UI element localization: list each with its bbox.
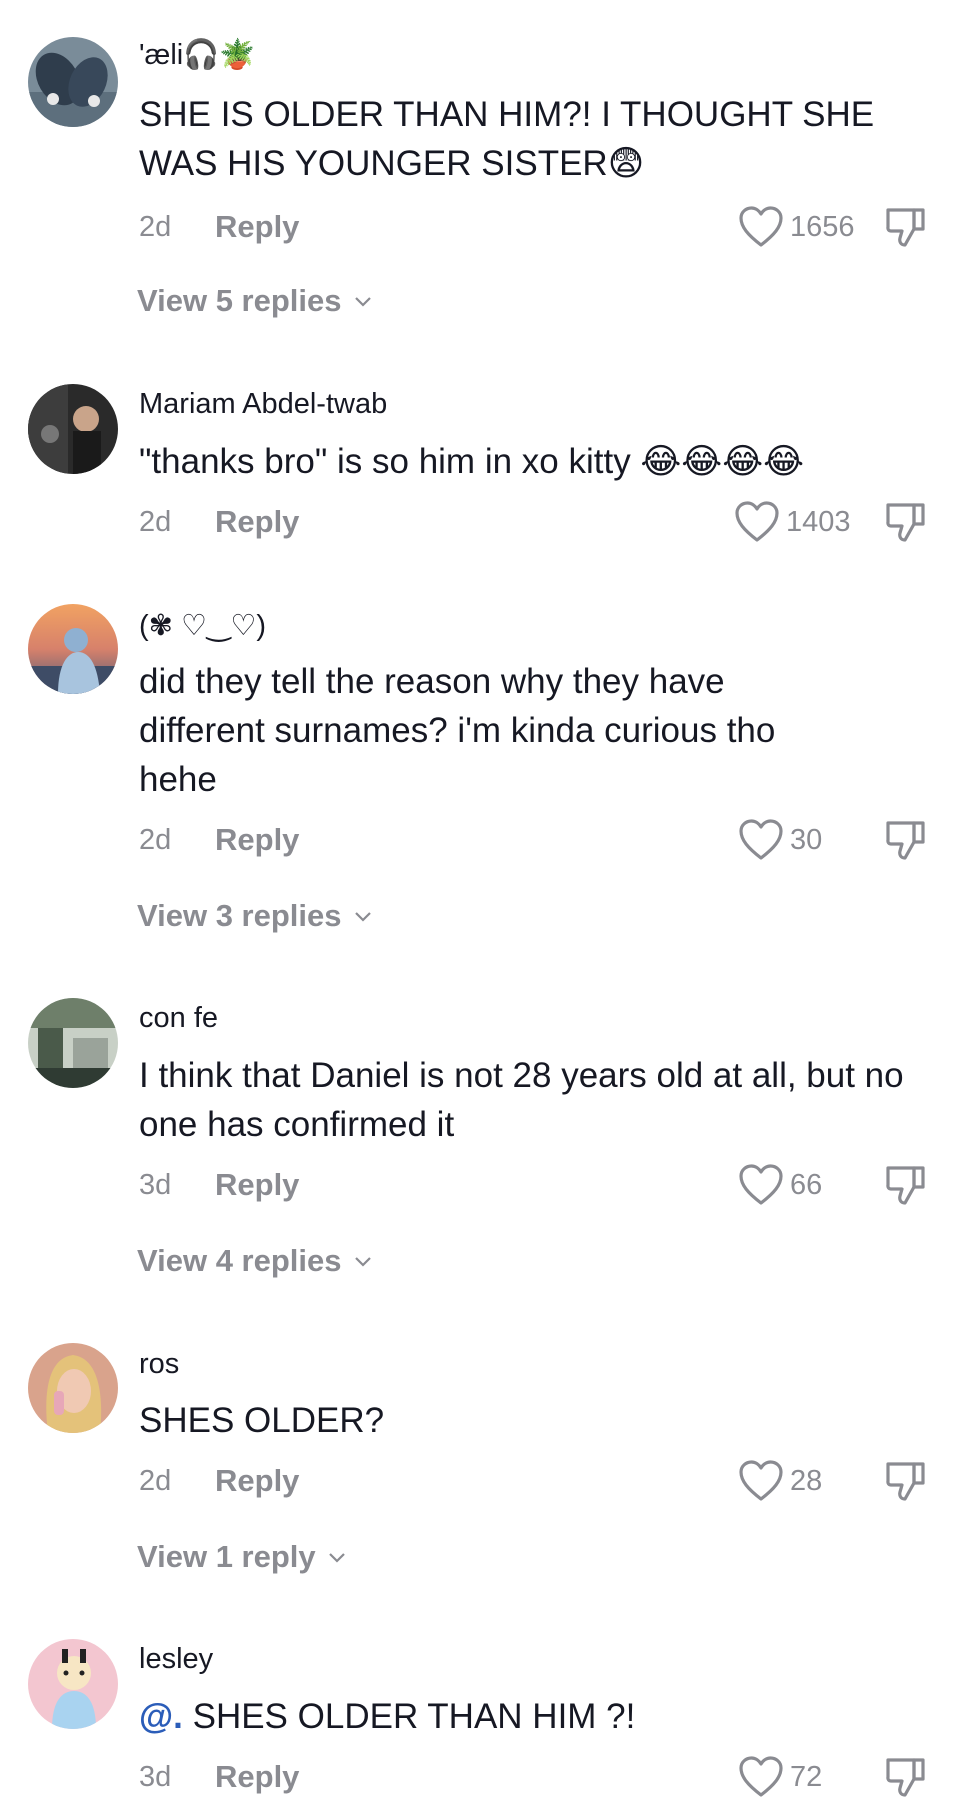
view-replies-label: View 3 replies: [137, 898, 342, 933]
comment-time: 2d: [139, 824, 172, 856]
heart-outline-icon: [739, 206, 783, 247]
comments-list: 'æli🎧🪴 SHE IS OLDER THAN HIM?! I THOUGHT…: [0, 0, 960, 1811]
comment-username[interactable]: lesley: [139, 1643, 213, 1676]
comment-body: SHES OLDER THAN HIM ?!: [192, 1697, 636, 1736]
reply-button[interactable]: Reply: [215, 504, 299, 540]
comment-meta: 3d Reply 66: [0, 1163, 960, 1207]
view-replies-label: View 5 replies: [137, 283, 342, 318]
comment-meta: 2d Reply 1656: [0, 205, 960, 249]
reply-button[interactable]: Reply: [215, 1167, 299, 1203]
thumbs-down-icon[interactable]: [884, 205, 928, 249]
heart-outline-icon: [739, 1164, 783, 1205]
avatar[interactable]: [28, 1639, 118, 1729]
like-count: 1656: [790, 211, 855, 243]
comment-username[interactable]: (✾ ♡‿♡): [139, 608, 266, 643]
thumbs-down-icon[interactable]: [884, 1755, 928, 1799]
chevron-down-icon: [355, 912, 371, 922]
like-count: 28: [790, 1465, 823, 1497]
comment-time: 2d: [139, 1465, 172, 1497]
like-count: 30: [790, 824, 823, 856]
thumbs-down-icon[interactable]: [884, 1459, 928, 1503]
heart-outline-icon: [735, 501, 779, 542]
thumbs-down-icon[interactable]: [884, 500, 928, 544]
avatar[interactable]: [28, 384, 118, 474]
comment-text: SHES OLDER?: [139, 1401, 385, 1440]
view-replies-button[interactable]: View 4 replies: [137, 1243, 372, 1279]
comment-username[interactable]: con fe: [139, 1002, 218, 1035]
thumbs-down-icon[interactable]: [884, 818, 928, 862]
avatar[interactable]: [28, 604, 118, 694]
avatar[interactable]: [28, 37, 118, 127]
like-count: 72: [790, 1761, 823, 1793]
comment-time: 3d: [139, 1169, 172, 1201]
comment-time: 3d: [139, 1761, 172, 1793]
heart-outline-icon: [739, 1756, 783, 1797]
comment-username[interactable]: ros: [139, 1348, 179, 1381]
view-replies-button[interactable]: View 1 reply: [137, 1539, 346, 1575]
comment-username[interactable]: Mariam Abdel-twab: [139, 388, 387, 421]
comment-meta: 2d Reply 30: [0, 818, 960, 862]
view-replies-button[interactable]: View 5 replies: [137, 283, 372, 319]
comment-meta: 2d Reply 28: [0, 1459, 960, 1503]
comment-text: I think that Daniel is not 28 years old …: [139, 1056, 904, 1144]
thumbs-down-icon[interactable]: [884, 1163, 928, 1207]
comment-text: did they tell the reason why they have d…: [139, 662, 776, 799]
avatar[interactable]: [28, 998, 118, 1088]
heart-outline-icon: [739, 819, 783, 860]
chevron-down-icon: [329, 1553, 346, 1563]
reply-button[interactable]: Reply: [215, 209, 299, 245]
mention-link[interactable]: @.: [139, 1697, 183, 1736]
like-count: 66: [790, 1169, 823, 1201]
comment-text: @. SHES OLDER THAN HIM ?!: [139, 1692, 939, 1741]
like-count: 1403: [786, 506, 851, 538]
chevron-down-icon: [355, 1257, 371, 1267]
chevron-down-icon: [355, 297, 371, 307]
avatar[interactable]: [28, 1343, 118, 1433]
comment-username[interactable]: 'æli🎧🪴: [139, 38, 255, 72]
view-replies-label: View 4 replies: [137, 1243, 342, 1278]
view-replies-label: View 1 reply: [137, 1539, 316, 1574]
heart-outline-icon: [739, 1460, 783, 1501]
comment-text: "thanks bro" is so him in xo kitty 😂😂😂😂: [139, 442, 804, 481]
comment-time: 2d: [139, 211, 172, 243]
reply-button[interactable]: Reply: [215, 822, 299, 858]
comment-text: SHE IS OLDER THAN HIM?! I THOUGHT SHE WA…: [139, 95, 875, 183]
comment-time: 2d: [139, 506, 172, 538]
view-replies-button[interactable]: View 3 replies: [137, 898, 372, 934]
reply-button[interactable]: Reply: [215, 1463, 299, 1499]
comment-meta: 3d Reply 72: [0, 1755, 960, 1799]
reply-button[interactable]: Reply: [215, 1759, 299, 1795]
comment-meta: 2d Reply 1403: [0, 500, 960, 544]
